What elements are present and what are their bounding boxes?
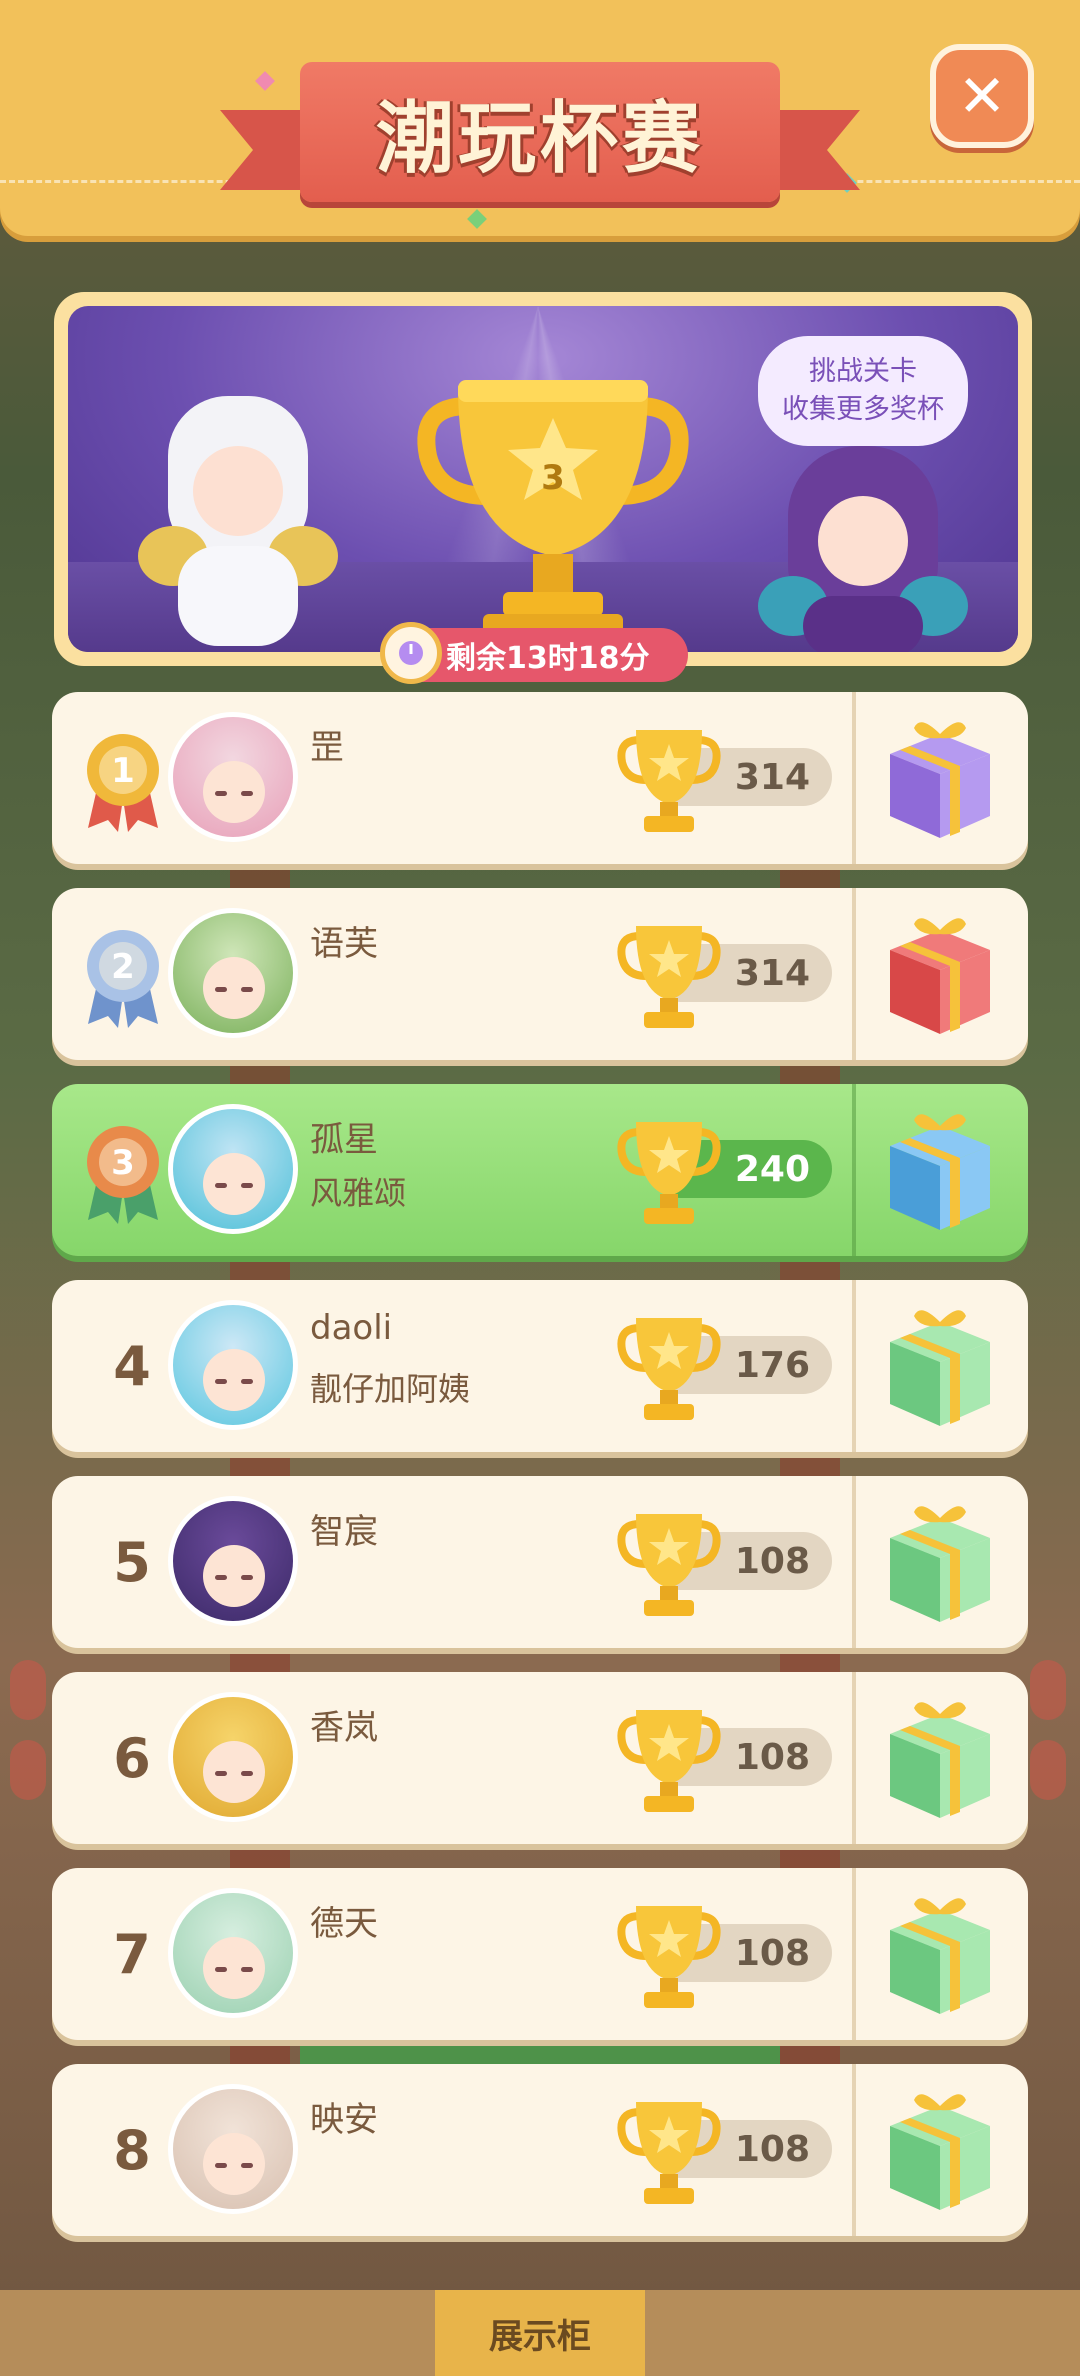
avatar-face — [203, 1153, 265, 1215]
row-divider — [852, 1280, 856, 1452]
rank-number: 6 — [113, 1726, 151, 1790]
character-purple-hood — [758, 446, 968, 652]
cup-banner: 3 挑战关卡 收集更多奖杯 — [54, 292, 1032, 666]
medal-silver-icon: 2 — [87, 930, 159, 1028]
medal-rank-text: 1 — [111, 751, 135, 791]
trophy-icon — [617, 730, 721, 832]
row-divider — [852, 2064, 856, 2236]
title-ribbon: 潮玩杯赛 — [300, 62, 780, 202]
player-subtitle: 风雅颂 — [310, 1174, 407, 1212]
rank-row[interactable]: 8 映安 108 — [52, 2064, 1028, 2236]
rank-number: 8 — [113, 2118, 151, 2182]
speech-line-2: 收集更多奖杯 — [782, 394, 944, 425]
tab-showcase[interactable]: 展示柜 — [435, 2290, 645, 2376]
avatar-face — [203, 1349, 265, 1411]
row-divider — [852, 1868, 856, 2040]
header: 潮玩杯赛 ✕ — [0, 0, 1080, 236]
rank-number: 7 — [113, 1922, 151, 1986]
row-divider — [852, 692, 856, 864]
avatar[interactable] — [168, 1104, 298, 1234]
gift-box-icon[interactable] — [880, 2086, 1000, 2214]
trophy-icon — [617, 1318, 721, 1420]
avatar[interactable] — [168, 1692, 298, 1822]
avatar[interactable] — [168, 908, 298, 1038]
avatar[interactable] — [168, 1496, 298, 1626]
rank-row[interactable]: 1 罡 314 — [52, 692, 1028, 864]
close-icon: ✕ — [957, 62, 1007, 130]
rank-number: 5 — [113, 1530, 151, 1594]
row-divider — [852, 1476, 856, 1648]
gift-box-icon[interactable] — [880, 1302, 1000, 1430]
gift-box-icon[interactable] — [880, 1694, 1000, 1822]
timer-text: 剩余13时18分 — [446, 641, 650, 676]
player-name: 罡 — [310, 728, 344, 768]
gift-box-icon[interactable] — [880, 714, 1000, 842]
page-title: 潮玩杯赛 — [375, 94, 704, 184]
gift-box-icon[interactable] — [880, 910, 1000, 1038]
gift-box-icon[interactable] — [880, 1498, 1000, 1626]
player-name: 德天 — [310, 1904, 378, 1944]
avatar-face — [203, 2133, 265, 2195]
gift-box-icon[interactable] — [880, 1890, 1000, 2018]
rank-row[interactable]: 2 语芙 314 — [52, 888, 1028, 1060]
countdown-timer: 剩余13时18分 — [380, 622, 688, 684]
player-name: daoli — [310, 1308, 393, 1348]
trophy-icon — [417, 380, 689, 640]
rank-row[interactable]: 5 智宸 108 — [52, 1476, 1028, 1648]
trophy-icon — [617, 1122, 721, 1224]
player-name: 映安 — [310, 2100, 378, 2140]
trophy-icon — [617, 2102, 721, 2204]
cup-rank-number: 3 — [541, 458, 565, 498]
close-button[interactable]: ✕ — [930, 44, 1034, 148]
avatar-face — [203, 761, 265, 823]
row-divider — [852, 1084, 856, 1256]
rank-row[interactable]: 3 孤星 风雅颂 240 — [52, 1084, 1028, 1256]
avatar[interactable] — [168, 1888, 298, 2018]
rank-row[interactable]: 6 香岚 108 — [52, 1672, 1028, 1844]
avatar-face — [203, 1741, 265, 1803]
player-name: 香岚 — [310, 1708, 378, 1748]
avatar-face — [203, 1545, 265, 1607]
rank-number: 4 — [113, 1334, 151, 1398]
trophy-icon — [617, 926, 721, 1028]
rank-row[interactable]: 7 德天 108 — [52, 1868, 1028, 2040]
player-subtitle: 靓仔加阿姨 — [310, 1370, 471, 1408]
speech-line-1: 挑战关卡 — [809, 356, 917, 387]
row-divider — [852, 888, 856, 1060]
avatar-face — [203, 1937, 265, 1999]
player-name: 孤星 — [310, 1120, 378, 1160]
avatar[interactable] — [168, 2084, 298, 2214]
rank-row[interactable]: 4 daoli 靓仔加阿姨 176 — [52, 1280, 1028, 1452]
player-name: 智宸 — [310, 1512, 378, 1552]
sparkle-icon — [467, 209, 487, 229]
banner-stage: 3 挑战关卡 收集更多奖杯 — [68, 306, 1018, 652]
avatar[interactable] — [168, 1300, 298, 1430]
medal-rank-text: 2 — [111, 947, 135, 987]
speech-bubble: 挑战关卡 收集更多奖杯 — [758, 336, 968, 446]
avatar-face — [203, 957, 265, 1019]
medal-bronze-icon: 3 — [87, 1126, 159, 1224]
trophy-icon — [617, 1710, 721, 1812]
row-divider — [852, 1672, 856, 1844]
trophy-icon — [617, 1514, 721, 1616]
medal-gold-icon: 1 — [87, 734, 159, 832]
sparkle-icon — [255, 71, 275, 91]
clock-icon — [380, 622, 442, 684]
player-name: 语芙 — [310, 924, 378, 964]
gift-box-icon[interactable] — [880, 1106, 1000, 1234]
medal-rank-text: 3 — [111, 1143, 135, 1183]
trophy-icon — [617, 1906, 721, 2008]
character-white-hood — [138, 396, 338, 646]
avatar[interactable] — [168, 712, 298, 842]
